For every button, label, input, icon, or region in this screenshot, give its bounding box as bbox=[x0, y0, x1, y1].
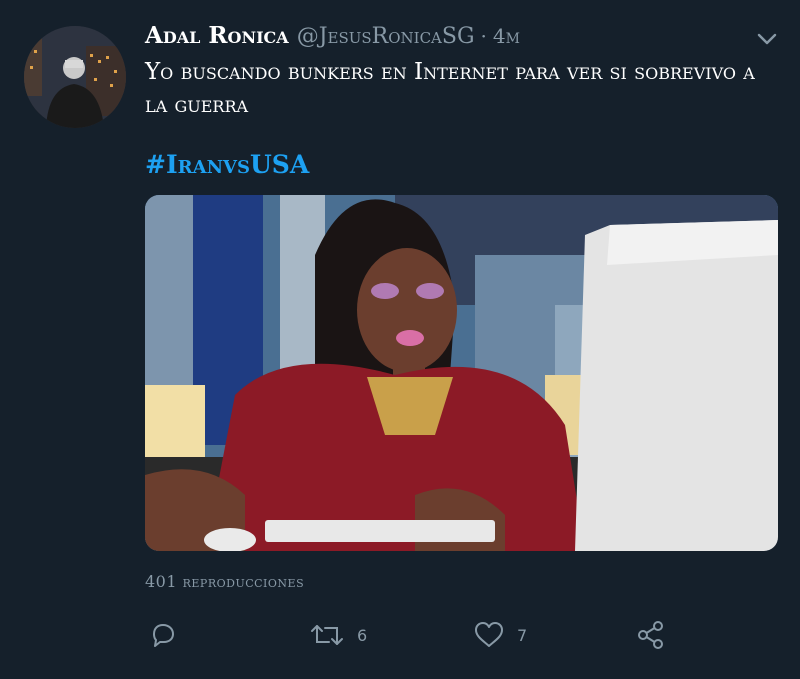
avatar-photo bbox=[24, 26, 126, 128]
tweet[interactable]: Adal Ronica @JesusRonicaSG · 4m Yo busca… bbox=[0, 0, 800, 679]
separator-dot: · bbox=[480, 24, 487, 48]
reply-button[interactable] bbox=[148, 615, 190, 655]
display-name[interactable]: Adal Ronica bbox=[145, 22, 289, 49]
reply-icon bbox=[153, 624, 174, 647]
retweet-count: 6 bbox=[357, 625, 368, 645]
timestamp[interactable]: 4m bbox=[493, 24, 520, 48]
heart-icon bbox=[475, 622, 503, 647]
like-count: 7 bbox=[517, 625, 528, 645]
retweet-button[interactable]: 6 bbox=[309, 615, 367, 655]
tweet-text: Yo buscando bunkers en Internet para ver… bbox=[145, 59, 755, 118]
tweet-header: Adal Ronica @JesusRonicaSG · 4m bbox=[145, 22, 520, 52]
view-count: 401 reproducciones bbox=[145, 572, 305, 591]
user-handle[interactable]: @JesusRonicaSG bbox=[297, 24, 475, 49]
video-frame bbox=[145, 195, 778, 551]
hashtag-link[interactable]: #IranvsUSA bbox=[145, 150, 309, 179]
chevron-down-icon[interactable] bbox=[756, 30, 778, 48]
retweet-icon bbox=[311, 625, 343, 645]
action-bar: 6 7 bbox=[0, 615, 800, 655]
share-icon bbox=[638, 621, 663, 649]
like-button[interactable]: 7 bbox=[473, 615, 527, 655]
avatar[interactable] bbox=[24, 26, 126, 128]
tweet-video[interactable] bbox=[145, 195, 778, 551]
share-button[interactable] bbox=[636, 615, 678, 655]
